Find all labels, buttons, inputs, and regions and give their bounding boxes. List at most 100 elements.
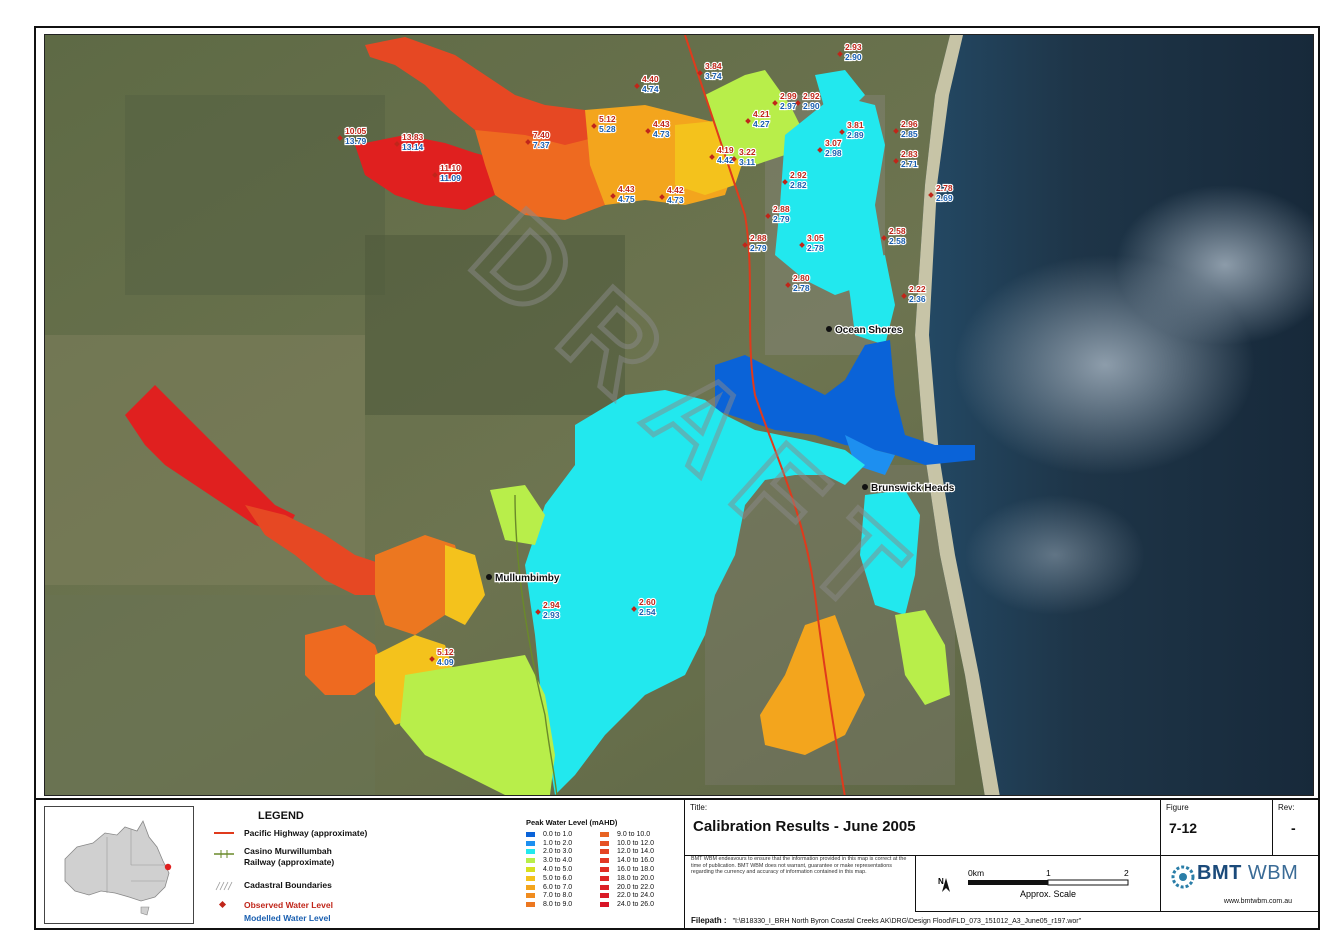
locality-inset [44, 806, 194, 924]
legend: LEGEND Pacific Highway (approximate) Cas… [196, 800, 500, 930]
level-range-label: 16.0 to 18.0 [617, 866, 654, 874]
legend-label: Observed Water Level [244, 900, 333, 910]
peak-level-class: 4.0 to 5.0 [526, 865, 572, 874]
observed-level-label: 2.22 [909, 284, 926, 294]
peak-level-class: 14.0 to 16.0 [600, 856, 654, 865]
modelled-level-label: 2.82 [790, 180, 807, 190]
observed-level-label: 7.40 [533, 130, 550, 140]
scale-zero-label: 0km [968, 868, 984, 878]
peak-level-column: 0.0 to 1.0 1.0 to 2.0 2.0 to 3.0 3.0 to 4.0… [526, 830, 572, 909]
figure-label: Figure [1166, 803, 1189, 812]
legend-label: Modelled Water Level [244, 913, 331, 923]
level-range-label: 5.0 to 6.0 [543, 874, 573, 882]
level-swatch [600, 884, 609, 890]
bmt-wordmark: BMT WBM [1197, 862, 1298, 885]
level-range-label: 2.0 to 3.0 [543, 848, 573, 856]
brand-name: BMT [1197, 862, 1242, 884]
site-location-marker [164, 863, 172, 871]
observed-level-label: 4.40 [642, 74, 659, 84]
observed-level-label: 2.92 [790, 170, 807, 180]
level-range-label: 20.0 to 22.0 [617, 883, 654, 891]
observed-level-label: 5.12 [437, 647, 454, 657]
level-swatch [526, 867, 535, 873]
level-range-label: 4.0 to 5.0 [543, 866, 573, 874]
observed-level-label: 2.92 [803, 91, 820, 101]
observed-level-label: 10.05 [345, 126, 367, 136]
level-range-label: 9.0 to 10.0 [617, 830, 651, 838]
town-label-ocean-shores: Ocean Shores [835, 325, 903, 336]
filepath-value: "I:\B18330_I_BRH North Byron Coastal Cre… [732, 918, 1082, 925]
level-swatch [526, 875, 535, 881]
legend-item-cadastral: Cadastral Boundaries [214, 880, 332, 891]
level-range-label: 0.0 to 1.0 [543, 830, 573, 838]
legend-label: Pacific Highway (approximate) [244, 828, 368, 838]
level-range-label: 6.0 to 7.0 [543, 883, 573, 891]
modelled-level-label: 2.69 [936, 193, 953, 203]
highway-line-icon [214, 828, 234, 838]
legend-item-railway: Casino Murwillumbah Railway (approximate… [214, 846, 334, 868]
level-range-label: 22.0 to 24.0 [617, 892, 654, 900]
level-range-label: 14.0 to 16.0 [617, 857, 654, 865]
railway-line-icon [214, 849, 234, 859]
legend-item-modelled: Modelled Water Level [244, 913, 331, 923]
modelled-level-label: 2.78 [807, 243, 824, 253]
modelled-level-label: 2.79 [750, 243, 767, 253]
observed-level-label: 3.22 [739, 147, 756, 157]
level-swatch [526, 902, 535, 908]
peak-level-class: 8.0 to 9.0 [526, 900, 572, 909]
cadastral-hatch-icon [214, 880, 234, 891]
modelled-level-label: 4.73 [667, 195, 684, 205]
modelled-level-label: 11.09 [440, 173, 461, 183]
scale-cell: N 0km 1 2 Approx. Scale [915, 856, 1161, 912]
level-swatch [600, 867, 609, 873]
scale-two-label: 2 [1124, 868, 1129, 878]
disclaimer-text: BMT WBM endeavours to ensure that the in… [691, 856, 907, 875]
north-label: N [938, 877, 944, 886]
peak-level-class: 7.0 to 8.0 [526, 892, 572, 901]
modelled-level-label: 2.89 [847, 130, 864, 140]
figure-cell: Figure 7-12 [1161, 800, 1273, 856]
peak-level-class: 22.0 to 24.0 [600, 892, 654, 901]
aerial-map[interactable]: Ocean Shores Brunswick Heads Mullumbimby… [44, 34, 1314, 796]
modelled-level-label: 5.28 [599, 124, 616, 134]
map-canvas: Ocean Shores Brunswick Heads Mullumbimby… [45, 35, 1313, 795]
level-swatch [526, 849, 535, 855]
level-swatch [600, 858, 609, 864]
observed-level-label: 2.99 [780, 91, 797, 101]
modelled-level-label: 3.11 [739, 157, 755, 167]
level-range-label: 10.0 to 12.0 [617, 839, 654, 847]
modelled-level-label: 2.58 [889, 236, 906, 246]
peak-level-legend: Peak Water Level (mAHD) 0.0 to 1.0 1.0 to… [500, 800, 682, 930]
observed-level-label: 2.80 [793, 273, 810, 283]
figure-number: 7-12 [1169, 820, 1198, 836]
legend-label: Casino Murwillumbah [244, 846, 332, 856]
title-cell: Title: Calibration Results - June 2005 [685, 800, 1161, 856]
modelled-level-label: 2.90 [845, 52, 862, 62]
observed-level-label: 4.21 [753, 109, 770, 119]
website-text: www.bmtwbm.com.au [1223, 898, 1292, 905]
peak-level-class: 18.0 to 20.0 [600, 874, 654, 883]
observed-level-label: 2.58 [889, 226, 906, 236]
rev-label: Rev: [1278, 803, 1295, 812]
peak-level-class: 12.0 to 14.0 [600, 848, 654, 857]
level-range-label: 12.0 to 14.0 [617, 848, 654, 856]
level-swatch [600, 893, 609, 899]
modelled-level-label: 2.85 [901, 129, 918, 139]
filepath-row: Filepath : "I:\B18330_I_BRH North Byron C… [691, 916, 1081, 925]
level-range-label: 18.0 to 20.0 [617, 874, 654, 882]
town-label-mullumbimby: Mullumbimby [495, 573, 560, 584]
observed-level-label: 2.83 [901, 149, 918, 159]
brand-suffix: WBM [1247, 862, 1299, 884]
rev-cell: Rev: - [1273, 800, 1319, 856]
level-swatch [600, 902, 609, 908]
modelled-level-label: 13.14 [402, 142, 424, 152]
title-block: Title: Calibration Results - June 2005 F… [684, 800, 1320, 930]
observed-level-label: 2.96 [901, 119, 918, 129]
scale-bar: N 0km 1 2 Approx. Scale [938, 868, 1129, 899]
level-swatch [526, 840, 535, 846]
level-range-label: 24.0 to 26.0 [617, 901, 654, 909]
legend-label: Railway (approximate) [244, 857, 335, 867]
modelled-level-label: 4.75 [618, 194, 635, 204]
modelled-level-label: 2.79 [773, 214, 790, 224]
legend-title: LEGEND [258, 810, 304, 822]
